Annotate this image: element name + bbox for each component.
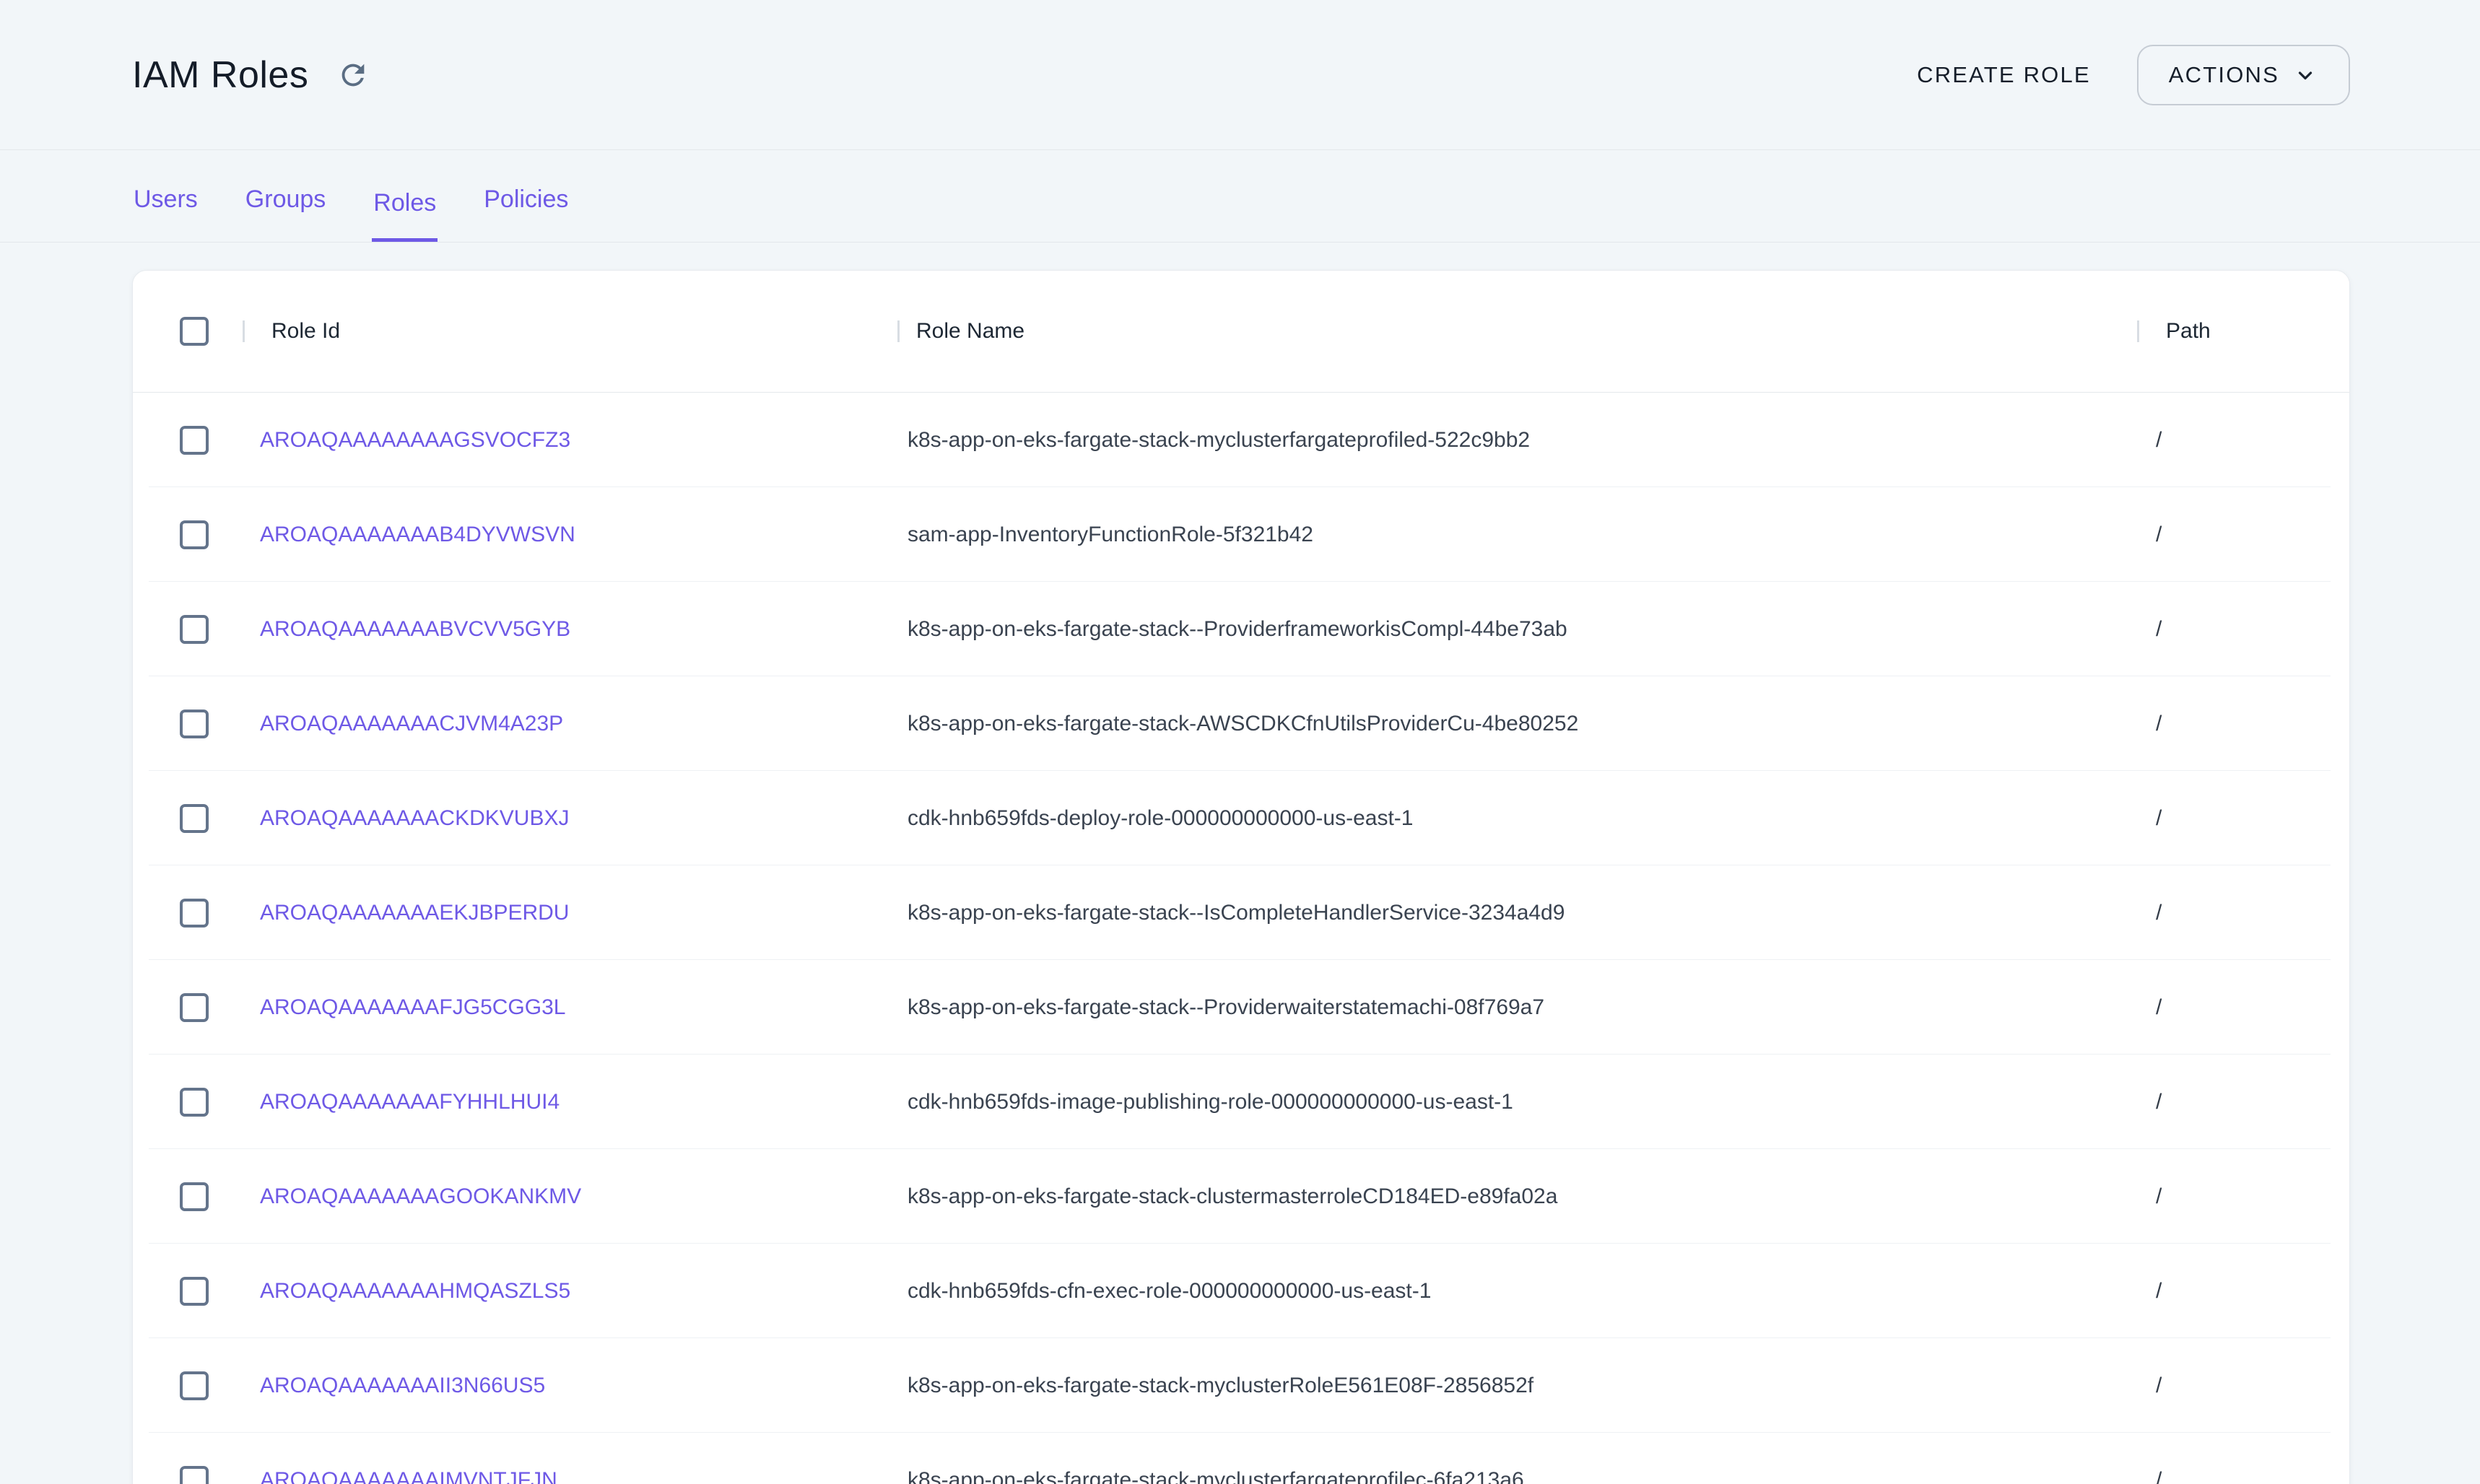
role-name-text: k8s-app-on-eks-fargate-stack--Providerfr… bbox=[908, 617, 1567, 641]
column-header-role-name[interactable]: Role Name bbox=[897, 319, 2137, 344]
select-all-checkbox[interactable] bbox=[180, 317, 209, 346]
tab-users[interactable]: Users bbox=[132, 186, 199, 242]
row-checkbox-cell bbox=[133, 520, 243, 549]
table-row: AROAQAAAAAAACKDKVUBXJ cdk-hnb659fds-depl… bbox=[133, 771, 2349, 865]
roles-table-card: Role Id Role Name Path AROAQAAAAAAAAGSVO… bbox=[132, 270, 2350, 1484]
column-header-role-id[interactable]: Role Id bbox=[243, 319, 897, 344]
role-path-text: / bbox=[2156, 617, 2162, 641]
role-id-link[interactable]: AROAQAAAAAAAII3N66US5 bbox=[260, 1374, 545, 1397]
role-path-text: / bbox=[2156, 1468, 2162, 1484]
role-name-text: k8s-app-on-eks-fargate-stack--IsComplete… bbox=[908, 901, 1565, 925]
table-row: AROAQAAAAAAAEKJBPERDU k8s-app-on-eks-far… bbox=[133, 865, 2349, 960]
create-role-button[interactable]: CREATE ROLE bbox=[1913, 61, 2095, 89]
row-checkbox-cell bbox=[133, 615, 243, 644]
table-row: AROAQAAAAAAAHMQASZLS5 cdk-hnb659fds-cfn-… bbox=[133, 1244, 2349, 1338]
role-name-text: sam-app-InventoryFunctionRole-5f321b42 bbox=[908, 523, 1313, 546]
role-path-text: / bbox=[2156, 523, 2162, 546]
role-name-text: k8s-app-on-eks-fargate-stack--Providerwa… bbox=[908, 995, 1544, 1019]
table-row: AROAQAAAAAAAIMVNTJFJN k8s-app-on-eks-far… bbox=[133, 1433, 2349, 1484]
row-checkbox-cell bbox=[133, 710, 243, 738]
page-header: IAM Roles CREATE ROLE ACTIONS bbox=[0, 0, 2480, 150]
table-row: AROAQAAAAAAAFJG5CGG3L k8s-app-on-eks-far… bbox=[133, 960, 2349, 1055]
tab-policies[interactable]: Policies bbox=[482, 186, 570, 242]
role-path-text: / bbox=[2156, 901, 2162, 925]
refresh-icon bbox=[336, 58, 370, 92]
table-body: AROAQAAAAAAAAGSVOCFZ3 k8s-app-on-eks-far… bbox=[133, 393, 2349, 1484]
row-checkbox[interactable] bbox=[180, 1182, 209, 1211]
role-name-text: cdk-hnb659fds-deploy-role-000000000000-u… bbox=[908, 806, 1413, 830]
header-actions: CREATE ROLE ACTIONS bbox=[1913, 45, 2350, 105]
table-row: AROAQAAAAAAABVCVV5GYB k8s-app-on-eks-far… bbox=[133, 582, 2349, 676]
table-row: AROAQAAAAAAACJVM4A23P k8s-app-on-eks-far… bbox=[133, 676, 2349, 771]
role-id-link[interactable]: AROAQAAAAAAAFJG5CGG3L bbox=[260, 995, 565, 1019]
role-id-link[interactable]: AROAQAAAAAAACJVM4A23P bbox=[260, 712, 563, 736]
role-id-link[interactable]: AROAQAAAAAAACKDKVUBXJ bbox=[260, 806, 569, 830]
table-row: AROAQAAAAAAAII3N66US5 k8s-app-on-eks-far… bbox=[133, 1338, 2349, 1433]
role-id-link[interactable]: AROAQAAAAAAABVCVV5GYB bbox=[260, 617, 570, 641]
role-id-link[interactable]: AROAQAAAAAAAAGSVOCFZ3 bbox=[260, 428, 570, 452]
role-path-text: / bbox=[2156, 1279, 2162, 1303]
role-id-link[interactable]: AROAQAAAAAAAHMQASZLS5 bbox=[260, 1279, 570, 1303]
table-header-row: Role Id Role Name Path bbox=[133, 271, 2349, 393]
role-id-link[interactable]: AROAQAAAAAAAEKJBPERDU bbox=[260, 901, 569, 925]
role-name-text: cdk-hnb659fds-cfn-exec-role-000000000000… bbox=[908, 1279, 1431, 1303]
actions-dropdown-label: ACTIONS bbox=[2169, 62, 2279, 88]
iam-tabs: Users Groups Roles Policies bbox=[0, 150, 2480, 243]
table-row: AROAQAAAAAAAB4DYVWSVN sam-app-InventoryF… bbox=[133, 487, 2349, 582]
row-checkbox[interactable] bbox=[180, 426, 209, 455]
page-title: IAM Roles bbox=[132, 53, 308, 97]
row-checkbox-cell bbox=[133, 804, 243, 833]
role-path-text: / bbox=[2156, 806, 2162, 830]
row-checkbox-cell bbox=[133, 899, 243, 928]
role-path-text: / bbox=[2156, 995, 2162, 1019]
header-checkbox-cell bbox=[133, 317, 243, 346]
role-path-text: / bbox=[2156, 712, 2162, 736]
role-path-text: / bbox=[2156, 1374, 2162, 1397]
row-checkbox-cell bbox=[133, 426, 243, 455]
table-row: AROAQAAAAAAAAGSVOCFZ3 k8s-app-on-eks-far… bbox=[133, 393, 2349, 487]
row-checkbox[interactable] bbox=[180, 1466, 209, 1484]
row-checkbox[interactable] bbox=[180, 899, 209, 928]
role-id-link[interactable]: AROAQAAAAAAAGOOKANKMV bbox=[260, 1184, 581, 1208]
row-checkbox-cell bbox=[133, 1466, 243, 1484]
role-id-link[interactable]: AROAQAAAAAAAFYHHLHUI4 bbox=[260, 1090, 560, 1114]
role-name-text: k8s-app-on-eks-fargate-stack-myclusterfa… bbox=[908, 1468, 1524, 1484]
role-path-text: / bbox=[2156, 428, 2162, 452]
column-header-path[interactable]: Path bbox=[2137, 319, 2349, 344]
role-name-text: cdk-hnb659fds-image-publishing-role-0000… bbox=[908, 1090, 1513, 1114]
table-row: AROAQAAAAAAAGOOKANKMV k8s-app-on-eks-far… bbox=[133, 1149, 2349, 1244]
row-checkbox[interactable] bbox=[180, 710, 209, 738]
refresh-button[interactable] bbox=[333, 55, 373, 95]
row-checkbox[interactable] bbox=[180, 1371, 209, 1400]
row-checkbox[interactable] bbox=[180, 520, 209, 549]
row-checkbox[interactable] bbox=[180, 1088, 209, 1117]
role-id-link[interactable]: AROAQAAAAAAAIMVNTJFJN bbox=[260, 1468, 557, 1484]
iam-roles-page: IAM Roles CREATE ROLE ACTIONS Users Gr bbox=[0, 0, 2480, 1484]
row-checkbox-cell bbox=[133, 1182, 243, 1211]
role-path-text: / bbox=[2156, 1184, 2162, 1208]
role-name-text: k8s-app-on-eks-fargate-stack-myclusterfa… bbox=[908, 428, 1530, 452]
role-path-text: / bbox=[2156, 1090, 2162, 1114]
role-id-link[interactable]: AROAQAAAAAAAB4DYVWSVN bbox=[260, 523, 575, 546]
chevron-down-icon bbox=[2292, 62, 2318, 88]
row-checkbox[interactable] bbox=[180, 804, 209, 833]
row-checkbox[interactable] bbox=[180, 615, 209, 644]
tab-roles[interactable]: Roles bbox=[372, 189, 438, 242]
actions-dropdown-button[interactable]: ACTIONS bbox=[2137, 45, 2350, 105]
row-checkbox[interactable] bbox=[180, 993, 209, 1022]
row-checkbox-cell bbox=[133, 1277, 243, 1306]
role-name-text: k8s-app-on-eks-fargate-stack-clustermast… bbox=[908, 1184, 1557, 1208]
role-name-text: k8s-app-on-eks-fargate-stack-myclusterRo… bbox=[908, 1374, 1533, 1397]
table-row: AROAQAAAAAAAFYHHLHUI4 cdk-hnb659fds-imag… bbox=[133, 1055, 2349, 1149]
row-checkbox-cell bbox=[133, 993, 243, 1022]
tab-groups[interactable]: Groups bbox=[244, 186, 328, 242]
row-checkbox-cell bbox=[133, 1088, 243, 1117]
row-checkbox-cell bbox=[133, 1371, 243, 1400]
row-checkbox[interactable] bbox=[180, 1277, 209, 1306]
role-name-text: k8s-app-on-eks-fargate-stack-AWSCDKCfnUt… bbox=[908, 712, 1578, 736]
